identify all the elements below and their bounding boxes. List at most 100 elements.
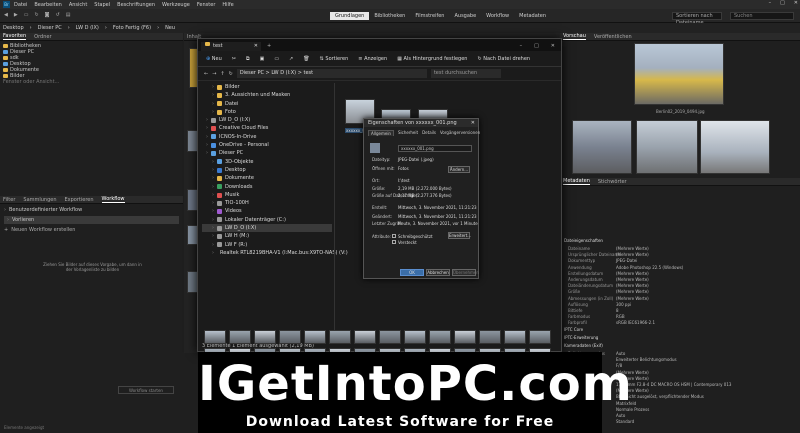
filmstrip-thumbnail[interactable] [529,330,551,344]
nav-tree-item[interactable]: › LW D_O (I:X) [202,224,332,233]
chevron-right-icon[interactable]: › [206,116,208,124]
filmstrip-thumbnail[interactable] [404,330,426,344]
menu-file[interactable]: Datei [14,2,27,8]
breadcrumb-item[interactable]: Desktop [3,25,24,31]
tab-general[interactable]: Allgemein [368,130,394,136]
preview-image[interactable] [634,43,724,105]
search-input[interactable]: Suchen [730,12,794,20]
nav-tree-item[interactable]: › ICNOS-In-Drive [202,133,332,141]
up-icon[interactable]: ↑ [220,71,224,77]
maximize-icon[interactable]: □ [780,0,785,6]
tab-security[interactable]: Sicherheit [398,130,418,136]
workspace-workflow[interactable]: Workflow [481,12,514,20]
chevron-right-icon[interactable]: › [212,183,214,191]
forward-icon[interactable]: → [212,71,216,77]
nav-tree-item[interactable]: › 3D-Objekte [202,158,332,166]
sort-button[interactable]: ⇅ Sortieren [320,56,349,62]
camera-icon[interactable]: ◙ [45,12,50,18]
nav-tree-item[interactable]: › Videos [202,207,332,215]
change-button[interactable]: Ändern... [448,166,470,173]
minimize-icon[interactable]: – [769,0,772,6]
start-workflow-button[interactable]: Workflow starten [118,386,174,394]
filmstrip-thumbnail[interactable] [379,330,401,344]
nav-tree-item[interactable]: › Realtek RTL8219BHA-V1 (I:Mac.bus:X9TO-N… [202,249,348,257]
back-icon[interactable]: ◀ [4,12,8,18]
breadcrumb-item[interactable]: Foto Fertig (F6) [113,25,151,31]
filmstrip-thumbnail[interactable] [204,330,226,344]
chevron-right-icon[interactable]: › [206,141,208,149]
filmstrip-thumbnail[interactable] [279,330,301,344]
menu-labels[interactable]: Beschriftungen [117,2,155,8]
chevron-right-icon[interactable]: › [212,100,214,108]
chevron-right-icon[interactable]: › [212,224,214,232]
filmstrip-thumbnail[interactable] [229,330,251,344]
breadcrumb-item[interactable]: Dieser PC [38,25,62,31]
hidden-checkbox[interactable] [392,240,396,244]
filmstrip-thumbnail[interactable] [354,330,376,344]
filename-field[interactable]: xxxxxx_001.png [398,145,472,152]
minimize-icon[interactable]: – [520,43,523,49]
nav-tree-item[interactable]: › 3. Aussichten und Masken [202,91,332,99]
workspace-essentials[interactable]: Grundlagen [330,12,370,20]
chevron-right-icon[interactable]: › [212,249,214,257]
trash-icon[interactable]: ▤ [66,12,71,18]
metadata-section-header[interactable]: Dateieigenschaften [564,238,603,243]
close-icon[interactable]: ✕ [551,43,555,49]
apply-button[interactable]: Übernehmen [452,269,479,276]
workflow-item[interactable]: › Benutzerdefinierter Workflow [4,207,179,213]
workspace-libraries[interactable]: Bibliotheken [369,12,410,20]
refresh-icon[interactable]: ↻ [229,71,233,77]
tab-filter[interactable]: Filter [3,197,15,203]
tab-workflow[interactable]: Workflow [101,196,125,203]
refresh-icon[interactable]: ↻ [34,12,38,18]
filmstrip-thumbnail[interactable] [504,330,526,344]
chevron-right-icon[interactable]: › [212,216,214,224]
tab-keywords[interactable]: Stichwörter [598,179,627,185]
chevron-right-icon[interactable]: › [212,241,214,249]
metadata-section-header[interactable]: Kameradaten (Exif) [564,343,603,348]
tab-previous-versions[interactable]: Vorgängerversionen [440,130,480,136]
nav-tree-item[interactable]: › Bilder [202,83,332,91]
close-icon[interactable]: ✕ [471,120,475,126]
tab-details[interactable]: Details [422,130,436,136]
chevron-right-icon[interactable]: › [212,91,214,99]
folder-icon[interactable]: ▭ [24,12,29,18]
menu-edit[interactable]: Bearbeiten [34,2,61,8]
explorer-search-input[interactable]: test durchsuchen [430,69,501,78]
filmstrip-thumbnail[interactable] [429,330,451,344]
filmstrip-thumbnail[interactable] [304,330,326,344]
nav-tree-item[interactable]: › LW D_O (I:X) [202,116,332,124]
chevron-right-icon[interactable]: › [212,158,214,166]
nav-tree-item[interactable]: › Foto [202,108,332,116]
filmstrip-thumbnail[interactable] [254,330,276,344]
nav-tree-item[interactable]: › TIO-100H [202,199,332,207]
chevron-right-icon[interactable]: › [206,124,208,132]
nav-tree-item[interactable]: › Datei [202,100,332,108]
nav-tree-item[interactable]: › Creative Cloud Files [202,124,332,132]
nav-tree-item[interactable]: › OneDrive - Personal [202,141,332,149]
chevron-right-icon[interactable]: › [206,149,208,157]
menu-tools[interactable]: Werkzeuge [162,2,190,8]
rotate-icon[interactable]: ↺ [56,12,60,18]
tab-preview[interactable]: Vorschau [563,33,586,40]
tab-favorites[interactable]: Favoriten [3,33,27,40]
filmstrip-thumbnail[interactable] [329,330,351,344]
nav-tree-item[interactable]: › Dieser PC [202,149,332,157]
tab-metadata[interactable]: Metadaten [563,178,590,185]
workflow-item-selected[interactable]: › Vorlieren [4,216,179,224]
new-workflow-button[interactable]: + Neuen Workflow erstellen [4,227,179,233]
sort-dropdown[interactable]: Sortieren nach Dateiname [672,12,722,26]
tab-folders[interactable]: Ordner [34,34,51,40]
nav-tree-item[interactable]: › Musik [202,191,332,199]
chevron-right-icon[interactable]: › [212,199,214,207]
paste-icon[interactable]: ▣ [260,56,265,62]
chevron-right-icon[interactable]: › [212,191,214,199]
preview-image[interactable] [572,120,632,174]
advanced-button[interactable]: Erweitert... [448,232,471,239]
set-background-button[interactable]: ▦ Als Hintergrund festlegen [397,56,467,62]
metadata-section-header[interactable]: IPTC-Erweiterung [564,335,598,340]
breadcrumb-item[interactable]: LW D (IX) [76,25,99,31]
explorer-tab[interactable]: test ✕ [201,42,261,51]
preview-image[interactable] [700,120,770,174]
new-button[interactable]: ⊕ Neu [206,56,222,62]
